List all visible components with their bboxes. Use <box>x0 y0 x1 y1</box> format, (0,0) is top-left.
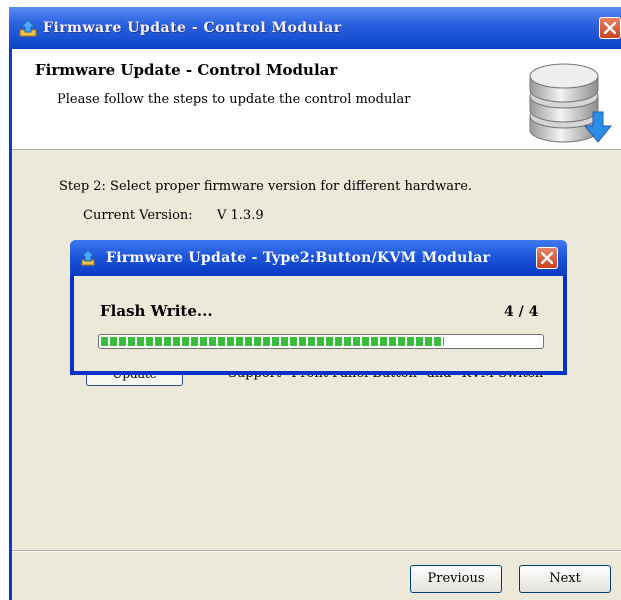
current-version-label: Current Version: <box>83 208 193 223</box>
previous-button[interactable]: Previous <box>410 565 502 593</box>
header-subtitle: Please follow the steps to update the co… <box>57 92 411 107</box>
progress-dialog: Firmware Update - Type2:Button/KVM Modul… <box>70 240 567 375</box>
header-title: Firmware Update - Control Modular <box>35 61 338 79</box>
window-titlebar[interactable]: Firmware Update - Control Modular <box>9 7 621 49</box>
step-counter: 4 / 4 <box>504 304 539 320</box>
close-icon <box>541 252 553 264</box>
dialog-close-button[interactable] <box>536 247 558 269</box>
database-download-icon <box>529 63 613 143</box>
window-title: Firmware Update - Control Modular <box>43 20 342 36</box>
header-panel: Firmware Update - Control Modular Please… <box>12 49 621 150</box>
footer-divider-highlight <box>12 551 621 552</box>
current-version-value: V 1.3.9 <box>217 208 264 223</box>
flash-status-label: Flash Write... <box>100 302 213 320</box>
close-icon <box>604 22 616 34</box>
progress-bar <box>98 334 544 349</box>
dialog-body: Flash Write... 4 / 4 <box>74 276 563 371</box>
progress-bar-fill <box>101 337 444 346</box>
dialog-titlebar[interactable]: Firmware Update - Type2:Button/KVM Modul… <box>70 240 567 276</box>
firmware-arrow-icon <box>80 249 96 266</box>
firmware-arrow-icon <box>19 19 37 37</box>
window-close-button[interactable] <box>599 17 621 39</box>
next-button[interactable]: Next <box>519 565 611 593</box>
dialog-title: Firmware Update - Type2:Button/KVM Modul… <box>106 250 491 266</box>
step-instruction: Step 2: Select proper firmware version f… <box>59 179 473 194</box>
